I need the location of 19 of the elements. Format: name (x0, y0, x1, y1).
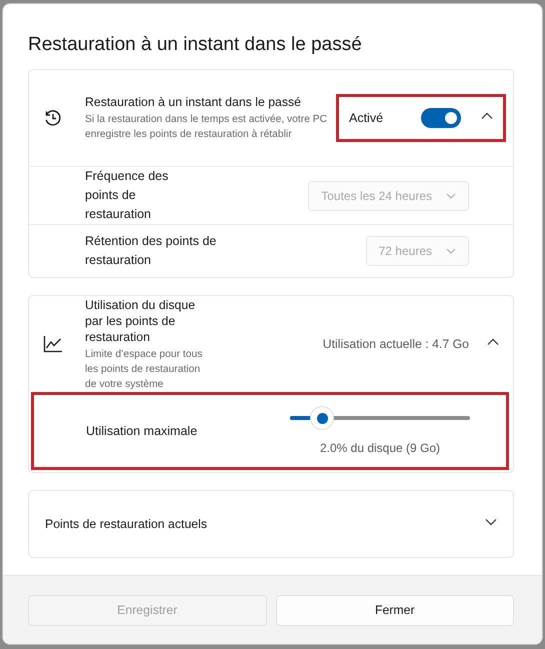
setting-title: Restauration à un instant dans le passé (85, 94, 302, 110)
toggle-switch[interactable] (421, 108, 461, 128)
setting-label: Rétention des points de restauration (85, 233, 218, 269)
setting-title: Points de restauration actuels (45, 516, 208, 532)
setting-description: Si la restauration dans le temps est activée, votre PC enregistre les points de restauration à rétablir (85, 113, 328, 142)
setting-label: Fréquence des points de restauration (85, 168, 170, 223)
slider-reading: 2.0% du disque (9 Go) (320, 441, 440, 455)
chevron-icon[interactable] (485, 516, 497, 528)
setting-label: Utilisation maximale (86, 422, 198, 440)
dialog-button[interactable]: Fermer (276, 594, 514, 626)
caret-icon (446, 246, 456, 256)
setting-title: Utilisation du disque par les points de restauration (85, 296, 196, 344)
caret-icon (446, 190, 456, 200)
usage-text: Utilisation actuelle : 4.7 Go (322, 337, 469, 351)
dialog-title: Restauration à un instant dans le passé (28, 34, 363, 56)
toggle-status: Activé (349, 111, 384, 125)
line-chart-icon (43, 335, 63, 353)
history-clock-icon (43, 108, 63, 128)
setting-description: Limite d’espace pour tous les points de restauration de votre système (85, 348, 204, 392)
